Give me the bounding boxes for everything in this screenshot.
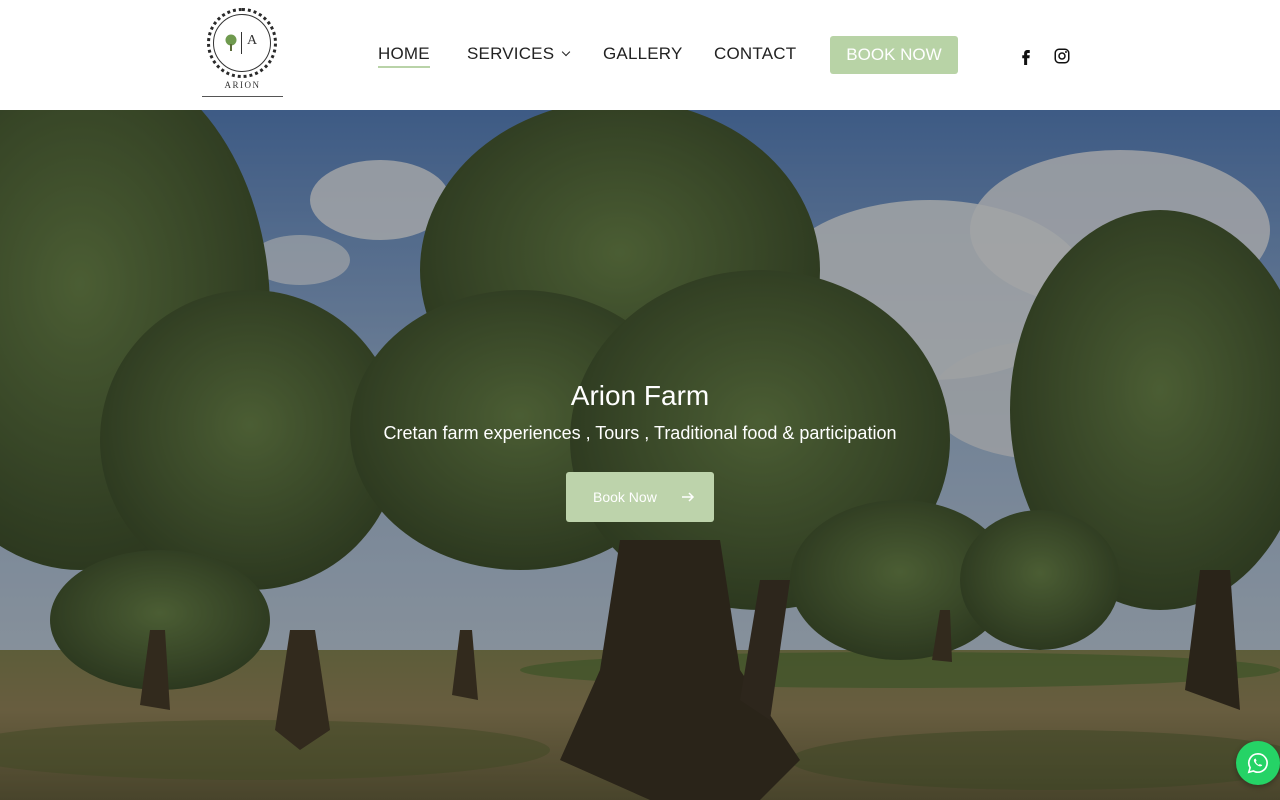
hero-subtitle: Cretan farm experiences , Tours , Tradit…: [383, 423, 897, 443]
book-now-button[interactable]: BOOK NOW: [830, 36, 958, 74]
olive-tree-icon: [225, 34, 237, 51]
site-header: A ARION HOME SERVICES GALLERY CONTACT BO…: [0, 0, 1280, 110]
nav-services-label: SERVICES: [467, 44, 555, 63]
nav-contact[interactable]: CONTACT: [714, 44, 796, 66]
hero-title: Arion Farm: [570, 380, 710, 411]
logo-name: ARION: [224, 80, 261, 90]
hero-book-now-button[interactable]: Book Now: [566, 472, 714, 522]
logo-underline: [202, 96, 283, 97]
instagram-icon[interactable]: [1053, 47, 1071, 65]
whatsapp-icon: [1247, 753, 1268, 774]
nav-services[interactable]: SERVICES: [467, 44, 571, 66]
whatsapp-button[interactable]: [1236, 741, 1280, 785]
nav-home[interactable]: HOME: [378, 44, 430, 68]
facebook-icon[interactable]: [1017, 47, 1035, 65]
hero-section: Arion Farm Cretan farm experiences , Tou…: [0, 110, 1280, 800]
logo-divider: [241, 32, 242, 54]
logo-inner-ring: [213, 14, 271, 72]
chevron-down-icon: [562, 47, 571, 57]
nav-gallery[interactable]: GALLERY: [603, 44, 683, 66]
site-logo[interactable]: A ARION: [202, 6, 283, 98]
hero-book-now-label: Book Now: [593, 489, 657, 505]
logo-letter: A: [247, 33, 258, 48]
arrow-right-icon: [682, 492, 695, 502]
hero-overlay: [0, 110, 1280, 800]
